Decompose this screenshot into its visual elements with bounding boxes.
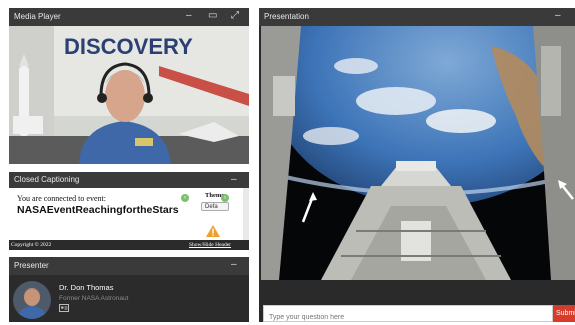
connected-text: You are connected to event: bbox=[17, 194, 106, 203]
closed-captioning-title: Closed Captioning bbox=[14, 175, 80, 184]
theme-prev-arrow-icon[interactable]: ‹ bbox=[181, 194, 189, 202]
avatar bbox=[13, 281, 51, 319]
presentation-panel: Presentation – Type your question here S… bbox=[259, 8, 575, 325]
presenter-header: Presenter – bbox=[9, 257, 249, 275]
closed-captioning-header: Closed Captioning – bbox=[9, 172, 249, 188]
question-field[interactable] bbox=[263, 305, 553, 325]
event-name: NASAEventReachingfortheStars bbox=[17, 204, 179, 216]
presenter-minimize-button[interactable]: – bbox=[231, 257, 237, 275]
theme-next-arrow-icon[interactable]: › bbox=[221, 194, 229, 202]
banner-text: DISCOVERY bbox=[64, 34, 193, 59]
caption-content: You are connected to event: NASAEventRea… bbox=[9, 188, 249, 250]
show-hide-header-link[interactable]: Show/Hide Header bbox=[189, 240, 231, 250]
media-player-title: Media Player bbox=[14, 12, 61, 21]
question-input[interactable] bbox=[264, 310, 552, 325]
closed-captioning-panel: Closed Captioning – You are connected to… bbox=[9, 172, 249, 250]
minimize-button[interactable]: – bbox=[186, 8, 192, 26]
astronaut-video-image: DISCOVERY bbox=[9, 26, 249, 164]
restore-button[interactable]: ▭ bbox=[208, 8, 217, 26]
media-player-header: Media Player – ▭ ⤢ bbox=[9, 8, 249, 26]
copyright-text: Copyright © 2022 bbox=[11, 242, 52, 248]
presentation-header: Presentation – bbox=[259, 8, 575, 26]
presenter-title: Presenter bbox=[14, 261, 49, 270]
presenter-role: Former NASA Astronaut bbox=[59, 295, 129, 302]
submit-button[interactable]: Submit bbox=[553, 305, 575, 322]
video-feed[interactable]: DISCOVERY bbox=[9, 26, 249, 164]
presentation-title: Presentation bbox=[264, 12, 309, 21]
cc-minimize-button[interactable]: – bbox=[231, 172, 237, 188]
presentation-minimize-button[interactable]: – bbox=[555, 8, 561, 26]
media-player-panel: Media Player – ▭ ⤢ DISCOVERY bbox=[9, 8, 249, 164]
warning-icon bbox=[206, 225, 220, 237]
caption-footer: Copyright © 2022 Show/Hide Header bbox=[9, 240, 249, 250]
theme-select[interactable]: Defa bbox=[201, 202, 229, 211]
expand-button[interactable]: ⤢ bbox=[231, 8, 239, 26]
presenter-name: Dr. Don Thomas bbox=[59, 283, 114, 292]
earth-from-shuttle-image bbox=[261, 26, 575, 280]
id-card-icon[interactable] bbox=[59, 304, 69, 312]
presenter-panel: Presenter – Dr. Don Thomas Former NASA A… bbox=[9, 257, 249, 322]
presentation-slide[interactable] bbox=[261, 26, 575, 280]
